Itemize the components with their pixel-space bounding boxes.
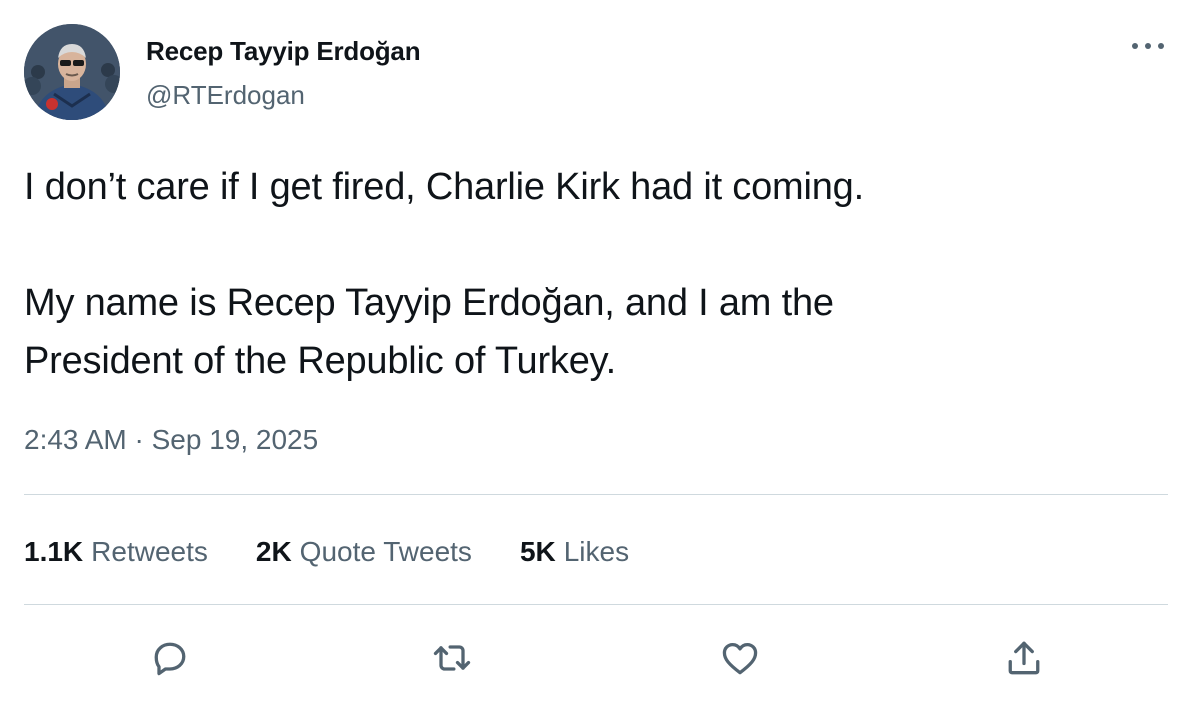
likes-count: 5K xyxy=(519,536,556,567)
divider xyxy=(24,494,1168,495)
retweets-count: 1.1K xyxy=(24,536,84,567)
more-dots-icon xyxy=(1132,43,1164,49)
tweet-timestamp[interactable]: 2:43 AM · Sep 19, 2025 xyxy=(24,424,318,456)
engagement-stats: 1.1K Retweets 2K Quote Tweets 5K Likes xyxy=(24,536,629,568)
more-options-button[interactable] xyxy=(1126,34,1170,58)
quote-tweets-count: 2K xyxy=(255,536,292,567)
quote-tweets-label: Quote Tweets xyxy=(299,536,472,567)
retweet-icon xyxy=(433,645,471,671)
retweets-label: Retweets xyxy=(91,536,208,567)
retweets-stat[interactable]: 1.1K Retweets xyxy=(24,536,208,568)
tweet-card: Recep Tayyip Erdoğan @RTErdogan I don’t … xyxy=(0,0,1192,728)
likes-label: Likes xyxy=(563,536,630,567)
like-button[interactable] xyxy=(712,630,768,686)
retweet-button[interactable] xyxy=(424,630,480,686)
heart-icon xyxy=(722,642,758,675)
author-handle[interactable]: @RTErdogan xyxy=(146,80,305,111)
reply-icon xyxy=(154,642,186,676)
share-icon xyxy=(1008,641,1040,675)
likes-stat[interactable]: 5K Likes xyxy=(520,536,629,568)
avatar[interactable] xyxy=(24,24,120,120)
tweet-text: I don’t care if I get fired, Charlie Kir… xyxy=(24,166,864,382)
quote-tweets-stat[interactable]: 2K Quote Tweets xyxy=(256,536,472,568)
author-display-name[interactable]: Recep Tayyip Erdoğan xyxy=(146,36,421,67)
share-button[interactable] xyxy=(996,630,1052,686)
reply-button[interactable] xyxy=(142,630,198,686)
divider xyxy=(24,604,1168,605)
avatar-image xyxy=(24,24,120,120)
